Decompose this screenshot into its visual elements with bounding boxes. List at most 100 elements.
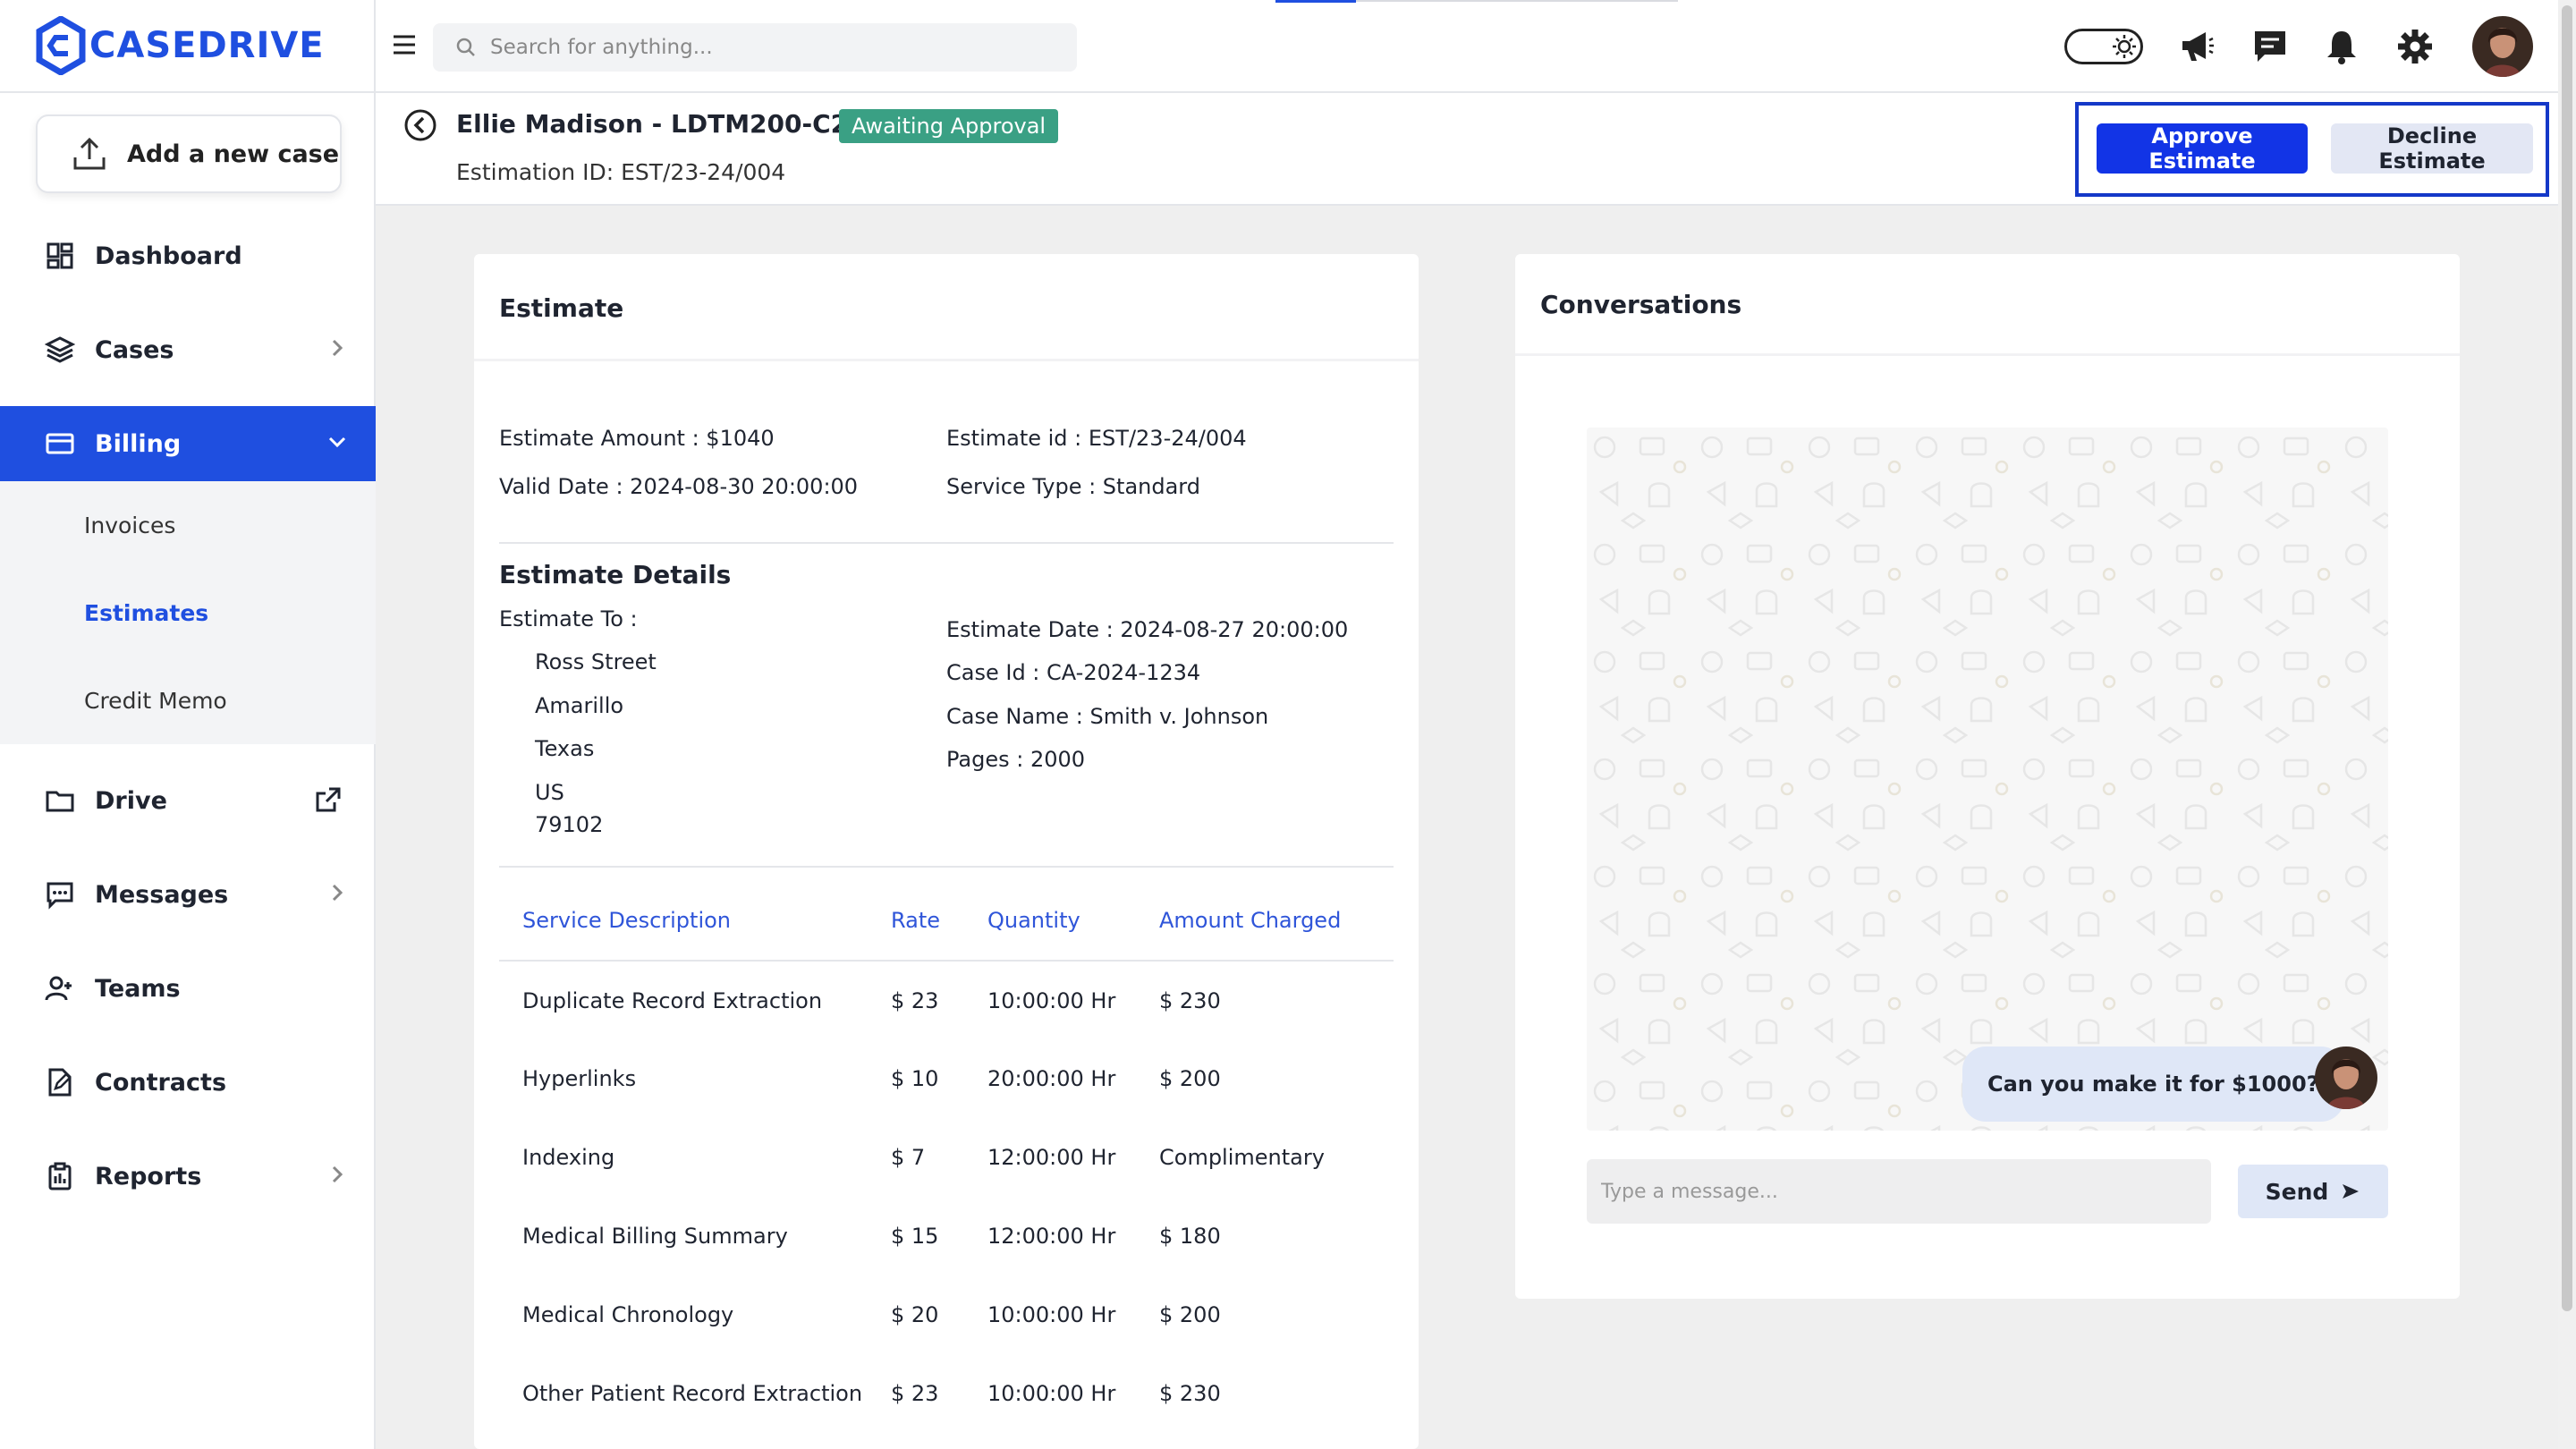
sidebar-item-cases[interactable]: Cases bbox=[0, 312, 376, 387]
search-bar bbox=[433, 23, 1077, 72]
sidebar-item-label: Contracts bbox=[95, 1068, 227, 1097]
estimation-id: Estimation ID: EST/23-24/004 bbox=[456, 159, 786, 185]
search-icon bbox=[456, 38, 475, 56]
estimate-card-title: Estimate bbox=[474, 254, 1419, 361]
estimate-details-title: Estimate Details bbox=[499, 560, 732, 589]
clipboard-icon bbox=[48, 1162, 72, 1191]
estimate-date: Estimate Date : 2024-08-27 20:00:00 bbox=[946, 617, 1349, 642]
sidebar-item-reports[interactable]: Reports bbox=[0, 1139, 376, 1214]
amount-charged: $ 200 bbox=[1159, 1066, 1221, 1091]
billing-submenu: Invoices Estimates Credit Memo bbox=[0, 481, 376, 744]
amount-charged: Complimentary bbox=[1159, 1145, 1325, 1170]
service-type: Service Type : Standard bbox=[946, 474, 1200, 499]
column-header: Service Description bbox=[499, 880, 891, 962]
sidebar-subitem-estimates[interactable]: Estimates bbox=[0, 569, 376, 657]
case-id: Case Id : CA-2024-1234 bbox=[946, 660, 1201, 685]
rate: $ 7 bbox=[891, 1145, 926, 1170]
sidebar-subitem-invoices[interactable]: Invoices bbox=[0, 481, 376, 569]
chat-message-bubble: Can you make it for $1000? bbox=[1962, 1046, 2344, 1122]
table-row: Medical Billing Summary $ 15 12:00:00 Hr… bbox=[499, 1197, 1394, 1275]
chevron-right-icon bbox=[332, 884, 343, 902]
estimate-amount: Estimate Amount : $1040 bbox=[499, 426, 775, 451]
hamburger-menu-icon[interactable] bbox=[390, 30, 419, 59]
services-table: Service Description Rate Quantity Amount… bbox=[499, 880, 1394, 1433]
service-description: Medical Chronology bbox=[522, 1302, 734, 1327]
sidebar-item-label: Teams bbox=[95, 974, 181, 1003]
dashboard-icon bbox=[47, 242, 73, 269]
search-input[interactable] bbox=[490, 36, 1063, 59]
user-avatar[interactable] bbox=[2472, 16, 2533, 77]
service-description: Duplicate Record Extraction bbox=[522, 987, 823, 1013]
page-count: Pages : 2000 bbox=[946, 747, 1086, 772]
contract-edit-icon bbox=[48, 1068, 72, 1097]
sidebar-item-label: Billing bbox=[95, 429, 182, 458]
column-header: Quantity bbox=[987, 880, 1159, 962]
sidebar-item-label: Dashboard bbox=[95, 242, 242, 270]
sidebar-subitem-credit-memo[interactable]: Credit Memo bbox=[0, 657, 376, 744]
sidebar-item-contracts[interactable]: Contracts bbox=[0, 1045, 376, 1120]
table-row: Duplicate Record Extraction $ 23 10:00:0… bbox=[499, 961, 1394, 1039]
megaphone-icon[interactable] bbox=[2177, 27, 2216, 66]
sidebar-item-dashboard[interactable]: Dashboard bbox=[0, 218, 376, 293]
sidebar-item-billing[interactable]: Billing bbox=[0, 406, 376, 481]
loading-indicator bbox=[1275, 0, 1356, 3]
quantity: 10:00:00 Hr bbox=[987, 1381, 1116, 1406]
sidebar-item-messages[interactable]: Messages bbox=[0, 857, 376, 932]
chevron-down-icon bbox=[328, 436, 346, 448]
send-button[interactable]: Send bbox=[2238, 1165, 2388, 1218]
loading-track bbox=[1356, 0, 1678, 2]
amount-charged: $ 230 bbox=[1159, 1381, 1221, 1406]
chat-window bbox=[1587, 428, 2388, 1131]
sidebar-item-drive[interactable]: Drive bbox=[0, 763, 376, 838]
scrollbar-thumb[interactable] bbox=[2562, 5, 2572, 1311]
users-icon bbox=[45, 976, 72, 1001]
amount-charged: $ 230 bbox=[1159, 987, 1221, 1013]
sidebar-item-label: Reports bbox=[95, 1162, 202, 1191]
amount-charged: $ 200 bbox=[1159, 1302, 1221, 1327]
add-new-case-label: Add a new case bbox=[127, 140, 340, 168]
service-description: Medical Billing Summary bbox=[522, 1224, 788, 1249]
estimate-header: Ellie Madison - LDTM200-C201 Awaiting Ap… bbox=[376, 93, 2558, 206]
credit-card-icon bbox=[46, 433, 74, 454]
message-sender-avatar bbox=[2315, 1046, 2377, 1109]
rate: $ 23 bbox=[891, 1381, 939, 1406]
divider bbox=[499, 542, 1394, 544]
message-input[interactable] bbox=[1587, 1159, 2211, 1224]
valid-date: Valid Date : 2024-08-30 20:00:00 bbox=[499, 474, 859, 499]
send-arrow-icon bbox=[2343, 1184, 2360, 1199]
back-arrow-icon[interactable] bbox=[402, 107, 438, 143]
folder-icon bbox=[46, 791, 74, 812]
approve-estimate-button[interactable]: Approve Estimate bbox=[2097, 123, 2308, 174]
table-row: Hyperlinks $ 10 20:00:00 Hr $ 200 bbox=[499, 1039, 1394, 1118]
table-header-row: Service Description Rate Quantity Amount… bbox=[499, 880, 1394, 962]
brand-logo[interactable]: CASEDRIVE bbox=[0, 0, 374, 93]
decline-estimate-button[interactable]: Decline Estimate bbox=[2331, 123, 2533, 174]
divider bbox=[499, 866, 1394, 868]
theme-toggle[interactable] bbox=[2064, 29, 2143, 64]
layers-icon bbox=[45, 336, 75, 363]
top-bar bbox=[376, 0, 2558, 93]
quantity: 10:00:00 Hr bbox=[987, 987, 1116, 1013]
case-name: Case Name : Smith v. Johnson bbox=[946, 704, 1269, 729]
estimate-to-label: Estimate To : bbox=[499, 606, 638, 631]
add-new-case-button[interactable]: Add a new case bbox=[36, 114, 342, 193]
gear-icon[interactable] bbox=[2395, 27, 2435, 66]
logo-text: CASEDRIVE bbox=[89, 25, 325, 66]
rate: $ 20 bbox=[891, 1302, 939, 1327]
rate: $ 23 bbox=[891, 987, 939, 1013]
chat-icon[interactable] bbox=[2250, 27, 2290, 66]
bell-icon[interactable] bbox=[2322, 27, 2361, 66]
table-row: Indexing $ 7 12:00:00 Hr Complimentary bbox=[499, 1118, 1394, 1197]
external-link-icon[interactable] bbox=[313, 784, 343, 815]
table-row: Other Patient Record Extraction $ 23 10:… bbox=[499, 1354, 1394, 1433]
message-icon bbox=[47, 882, 73, 910]
chevron-right-icon bbox=[332, 339, 343, 357]
sidebar: CASEDRIVE Add a new case Dashboard Cases bbox=[0, 0, 376, 1449]
sidebar-item-label: Cases bbox=[95, 335, 174, 364]
quantity: 20:00:00 Hr bbox=[987, 1066, 1116, 1091]
avatar-icon bbox=[2315, 1046, 2377, 1109]
sidebar-item-teams[interactable]: Teams bbox=[0, 951, 376, 1026]
quantity: 12:00:00 Hr bbox=[987, 1145, 1116, 1170]
page-title: Ellie Madison - LDTM200-C201 bbox=[456, 109, 884, 139]
page-scrollbar[interactable] bbox=[2558, 0, 2576, 1449]
